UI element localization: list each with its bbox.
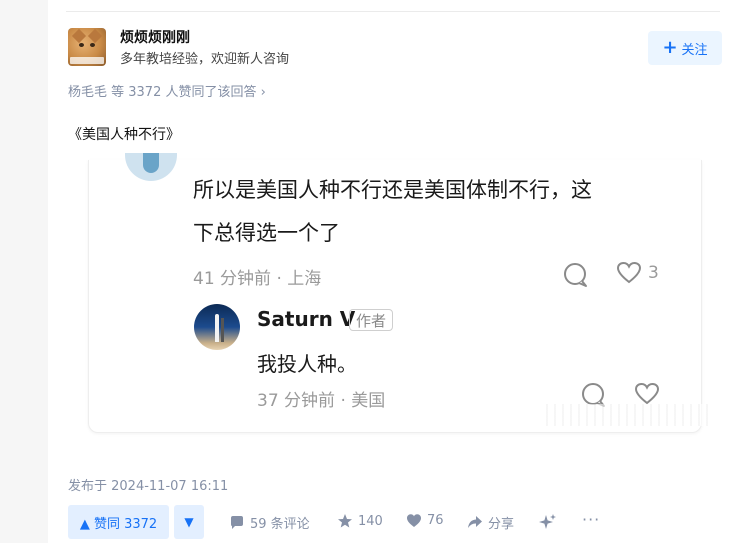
reply-author-name: Saturn V (257, 307, 356, 331)
likes-count: 76 (427, 513, 444, 528)
heart-icon (407, 514, 421, 527)
publish-time: 发布于 2024-11-07 16:11 (68, 479, 229, 494)
follow-button[interactable]: + 关注 (648, 31, 722, 65)
comment-text-line2: 下总得选一个了 (193, 221, 340, 245)
favorites-count: 140 (358, 513, 383, 529)
screenshot-edge (540, 404, 710, 426)
comments-label: 59 条评论 (250, 517, 310, 532)
author-name[interactable]: 烦烦烦刚刚 (120, 27, 190, 47)
comment-meta: 41 分钟前 · 上海 (193, 269, 322, 289)
like-count: 3 (648, 263, 659, 283)
author-badge: 作者 (349, 309, 394, 331)
share-icon (468, 516, 482, 528)
comment-text-line1: 所以是美国人种不行还是美国体制不行，这 (193, 178, 592, 202)
reply-meta: 37 分钟前 · 美国 (257, 391, 386, 411)
star-icon (338, 514, 352, 528)
share-label: 分享 (488, 517, 515, 532)
reply-avatar (194, 304, 240, 350)
upvote-button[interactable]: ▲ 赞同 3372 (68, 505, 169, 539)
heart-icon (616, 261, 642, 284)
answer-title: 《美国人种不行》 (68, 127, 180, 143)
comment-like: 3 (616, 261, 659, 285)
share-button[interactable]: 分享 (467, 513, 514, 532)
follow-label: 关注 (681, 42, 708, 58)
comment-icon (231, 515, 243, 529)
favorite-button[interactable]: 140 (337, 513, 383, 529)
plus-icon: + (662, 37, 678, 58)
downvote-button[interactable]: ▼ (174, 505, 204, 539)
sparkle-icon (539, 514, 556, 529)
divider (66, 11, 720, 12)
comments-button[interactable]: 59 条评论 (229, 513, 310, 532)
likers-link[interactable]: 杨毛毛 等 3372 人赞同了该回答 › (68, 81, 266, 100)
more-button[interactable]: ··· (582, 510, 600, 529)
reply-text: 我投人种。 (257, 352, 357, 376)
author-bio: 多年教培经验，欢迎新人咨询 (120, 52, 290, 67)
ai-sparkle-button[interactable] (539, 513, 557, 531)
avatar-caption (70, 57, 104, 64)
author-avatar[interactable] (68, 28, 106, 66)
reply-bubble-icon (562, 262, 588, 292)
like-button[interactable]: 76 (406, 513, 444, 528)
